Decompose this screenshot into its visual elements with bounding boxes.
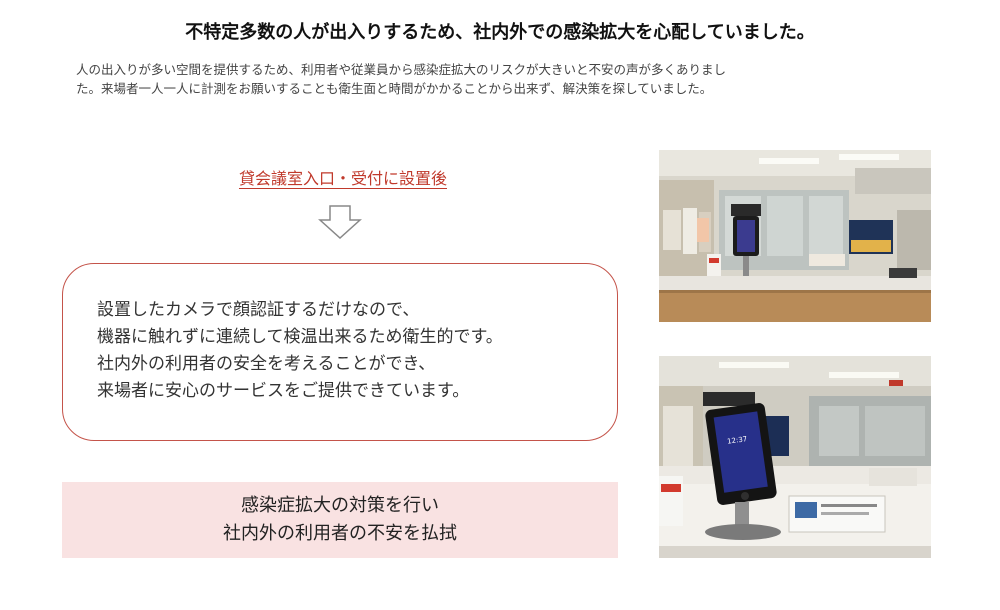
intro-line-1: 人の出入りが多い空間を提供するため、利用者や従業員から感染症拡大のリスクが大きい…	[76, 62, 727, 77]
thermometer-device-photo: 12:37	[659, 356, 931, 558]
page-title: 不特定多数の人が出入りするため、社内外での感染拡大を心配していました。	[185, 22, 815, 43]
result-line-1: 感染症拡大の対策を行い	[241, 495, 439, 516]
down-arrow-icon	[318, 205, 362, 239]
message-line-1: 設置したカメラで顔認証するだけなので、	[97, 300, 420, 320]
intro-text: 人の出入りが多い空間を提供するため、利用者や従業員から感染症拡大のリスクが大きい…	[76, 60, 936, 98]
intro-line-2: た。来場者一人一人に計測をお願いすることも衛生面と時間がかかることから出来ず、解…	[76, 81, 713, 96]
reception-photo-wide	[659, 150, 931, 322]
message-line-4: 来場者に安心のサービスをご提供できています。	[97, 381, 470, 401]
result-box: 感染症拡大の対策を行い 社内外の利用者の不安を払拭	[62, 482, 618, 558]
message-box: 設置したカメラで顔認証するだけなので、 機器に触れずに連続して検温出来るため衛生…	[62, 263, 618, 441]
result-line-2: 社内外の利用者の不安を払拭	[223, 523, 457, 544]
message-line-2: 機器に触れずに連続して検温出来るため衛生的です。	[97, 327, 503, 347]
placement-label: 貸会議室入口・受付に設置後	[238, 169, 447, 188]
message-line-3: 社内外の利用者の安全を考えることができ、	[97, 354, 436, 374]
